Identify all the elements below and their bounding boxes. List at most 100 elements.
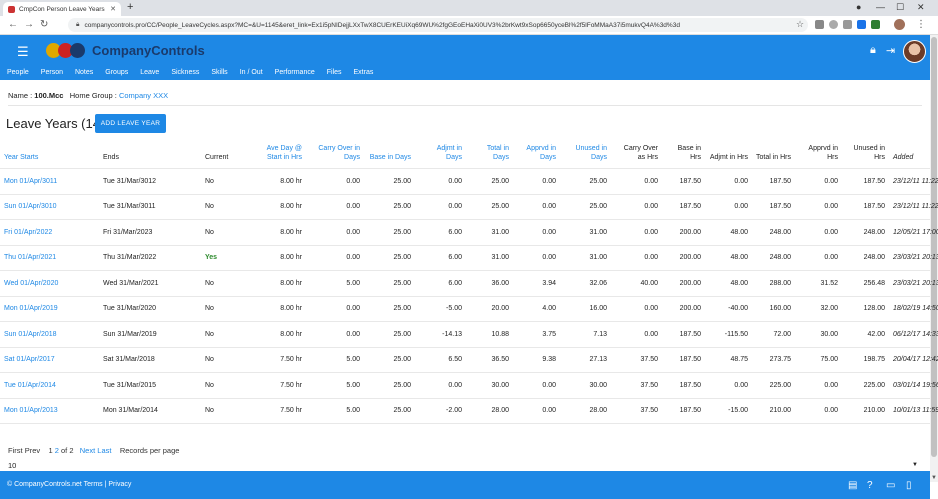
extension-icon[interactable] <box>871 20 880 29</box>
column-header-base-days[interactable]: Base in Days <box>364 144 415 169</box>
lock-icon[interactable]: 🔒︎ <box>870 44 876 57</box>
mobile-icon[interactable]: ▯ <box>906 480 912 491</box>
cell-added: 23/03/21 20:13 <box>889 270 938 296</box>
table-row[interactable]: Fri 01/Apr/2022 Fri 31/Mar/2023 No 8.00 hr 0… <box>0 219 938 245</box>
records-per-page-select[interactable]: 10 ▼ <box>8 461 922 470</box>
cell-year-starts[interactable]: Fri 01/Apr/2022 <box>0 219 99 245</box>
cell-adjmt-days: -5.00 <box>415 295 466 322</box>
add-leave-year-button[interactable]: ADD LEAVE YEAR <box>95 114 166 133</box>
cell-year-starts[interactable]: Mon 01/Apr/2013 <box>0 397 99 424</box>
cell-year-starts[interactable]: Mon 01/Apr/3011 <box>0 168 99 194</box>
maximize-icon[interactable]: ☐ <box>896 2 904 13</box>
nav-item-sickness[interactable]: Sickness <box>171 67 199 80</box>
extension-icon[interactable] <box>843 20 852 29</box>
back-icon[interactable]: ← <box>8 19 18 30</box>
pager-first[interactable]: First <box>8 446 23 455</box>
user-avatar[interactable] <box>903 40 926 63</box>
help-icon[interactable]: ? <box>867 480 873 491</box>
cell-added: 03/01/14 19:56 <box>889 372 938 398</box>
table-row[interactable]: Wed 01/Apr/2020 Wed 31/Mar/2021 No 8.00 hr 5… <box>0 270 938 296</box>
logout-icon[interactable]: ⇥ <box>886 44 895 57</box>
pager-page-1[interactable]: 1 <box>48 446 52 455</box>
cell-apprvd-hrs: 31.52 <box>795 270 842 296</box>
footer-text[interactable]: © CompanyControls.net Terms | Privacy <box>7 481 131 488</box>
table-row[interactable]: Sun 01/Apr/3010 Tue 31/Mar/3011 No 8.00 hr 0… <box>0 193 938 220</box>
nav-item-groups[interactable]: Groups <box>105 67 128 80</box>
url-field[interactable]: 🔒︎ companycontrols.pro/CC/People_LeaveCy… <box>68 18 808 32</box>
cell-base-days: 25.00 <box>364 193 415 220</box>
column-header-apprvd-days[interactable]: Apprvd in Days <box>513 144 560 169</box>
pager-prev[interactable]: Prev <box>25 446 40 455</box>
extension-icon[interactable] <box>829 20 838 29</box>
scrollbar-thumb[interactable] <box>931 37 937 457</box>
nav-item-skills[interactable]: Skills <box>211 67 227 80</box>
cell-year-starts[interactable]: Sat 01/Apr/2017 <box>0 346 99 373</box>
reload-icon[interactable]: ↻ <box>40 19 48 30</box>
nav-item-person[interactable]: Person <box>41 67 63 80</box>
cell-ends: Fri 31/Mar/2023 <box>99 219 201 245</box>
browser-menu-icon[interactable]: ⋮ <box>916 19 926 30</box>
table-row[interactable]: Mon 01/Apr/2019 Tue 31/Mar/2020 No 8.00 hr 0… <box>0 295 938 322</box>
column-header-carry-over-days[interactable]: Carry Over in Days <box>306 144 364 169</box>
nav-item-in-out[interactable]: In / Out <box>240 67 263 80</box>
cell-total-hrs: 225.00 <box>752 372 795 398</box>
pager-next[interactable]: Next <box>80 446 95 455</box>
cell-year-starts[interactable]: Sun 01/Apr/2018 <box>0 321 99 347</box>
home-group-link[interactable]: Company XXX <box>119 91 168 100</box>
nav-item-people[interactable]: People <box>7 67 29 80</box>
table-row[interactable]: Thu 01/Apr/2021 Thu 31/Mar/2022 Yes 8.00 hr… <box>0 244 938 271</box>
cell-adjmt-days: 6.50 <box>415 346 466 373</box>
column-header-total-days[interactable]: Total in Days <box>466 144 513 169</box>
column-header-ends: Ends <box>103 154 119 161</box>
close-window-icon[interactable]: ✕ <box>917 2 925 13</box>
cell-total-hrs: 248.00 <box>752 244 795 271</box>
cell-base-days: 25.00 <box>364 270 415 296</box>
nav-item-notes[interactable]: Notes <box>75 67 93 80</box>
cell-unused-days: 30.00 <box>560 372 611 398</box>
pager-last[interactable]: Last <box>97 446 111 455</box>
column-header-unused-days[interactable]: Unused in Days <box>560 144 611 169</box>
close-tab-icon[interactable]: ✕ <box>110 5 116 13</box>
pager-page-2[interactable]: 2 <box>55 446 59 455</box>
extension-icon[interactable] <box>857 20 866 29</box>
cell-base-hrs: 200.00 <box>662 270 705 296</box>
cell-apprvd-hrs: 0.00 <box>795 244 842 271</box>
table-row[interactable]: Sun 01/Apr/2018 Sun 31/Mar/2019 No 8.00 hr 0… <box>0 321 938 347</box>
cell-year-starts[interactable]: Wed 01/Apr/2020 <box>0 270 99 296</box>
forward-icon[interactable]: → <box>24 19 34 30</box>
bookmark-star-icon[interactable]: ☆ <box>796 19 804 30</box>
desktop-icon[interactable]: ▭ <box>886 480 895 491</box>
nav-item-extras[interactable]: Extras <box>354 67 374 80</box>
new-tab-icon[interactable]: + <box>127 1 133 13</box>
browser-profile-avatar[interactable] <box>894 19 905 30</box>
extension-icon[interactable] <box>815 20 824 29</box>
cell-base-hrs: 200.00 <box>662 244 705 271</box>
table-row[interactable]: Mon 01/Apr/2013 Mon 31/Mar/2014 No 7.50 hr 5… <box>0 397 938 424</box>
chat-icon[interactable]: ▤ <box>848 480 857 491</box>
column-header-adjmt-days[interactable]: Adjmt in Days <box>415 144 466 169</box>
browser-tab[interactable]: CmpCon Person Leave Years ✕ <box>3 2 121 16</box>
nav-item-performance[interactable]: Performance <box>275 67 315 80</box>
scroll-down-icon[interactable]: ▼ <box>931 475 937 481</box>
cell-current: No <box>201 346 259 373</box>
minimize-icon[interactable]: — <box>876 2 885 12</box>
cell-year-starts[interactable]: Mon 01/Apr/2019 <box>0 295 99 322</box>
media-icon[interactable]: ● <box>856 2 861 12</box>
hamburger-menu-icon[interactable]: ☰ <box>17 44 29 60</box>
column-header-total-hrs: Total in Hrs <box>756 154 792 161</box>
cell-year-starts[interactable]: Thu 01/Apr/2021 <box>0 244 99 271</box>
cell-total-hrs: 248.00 <box>752 219 795 245</box>
cell-ave-day: 8.00 hr <box>259 321 306 347</box>
cell-base-days: 25.00 <box>364 397 415 424</box>
nav-item-files[interactable]: Files <box>327 67 342 80</box>
cell-ends: Tue 31/Mar/2020 <box>99 295 201 322</box>
nav-item-leave[interactable]: Leave <box>140 67 159 80</box>
column-header-ave-day[interactable]: Ave Day @ Start in Hrs <box>259 144 306 169</box>
column-header-year-starts[interactable]: Year Starts <box>0 144 99 169</box>
table-row[interactable]: Mon 01/Apr/3011 Tue 31/Mar/3012 No 8.00 hr 0… <box>0 168 938 194</box>
cell-year-starts[interactable]: Sun 01/Apr/3010 <box>0 193 99 220</box>
logo[interactable]: CompanyControls <box>46 43 205 58</box>
cell-year-starts[interactable]: Tue 01/Apr/2014 <box>0 372 99 398</box>
table-row[interactable]: Sat 01/Apr/2017 Sat 31/Mar/2018 No 7.50 hr 5… <box>0 346 938 373</box>
table-row[interactable]: Tue 01/Apr/2014 Tue 31/Mar/2015 No 7.50 hr 5… <box>0 372 938 398</box>
